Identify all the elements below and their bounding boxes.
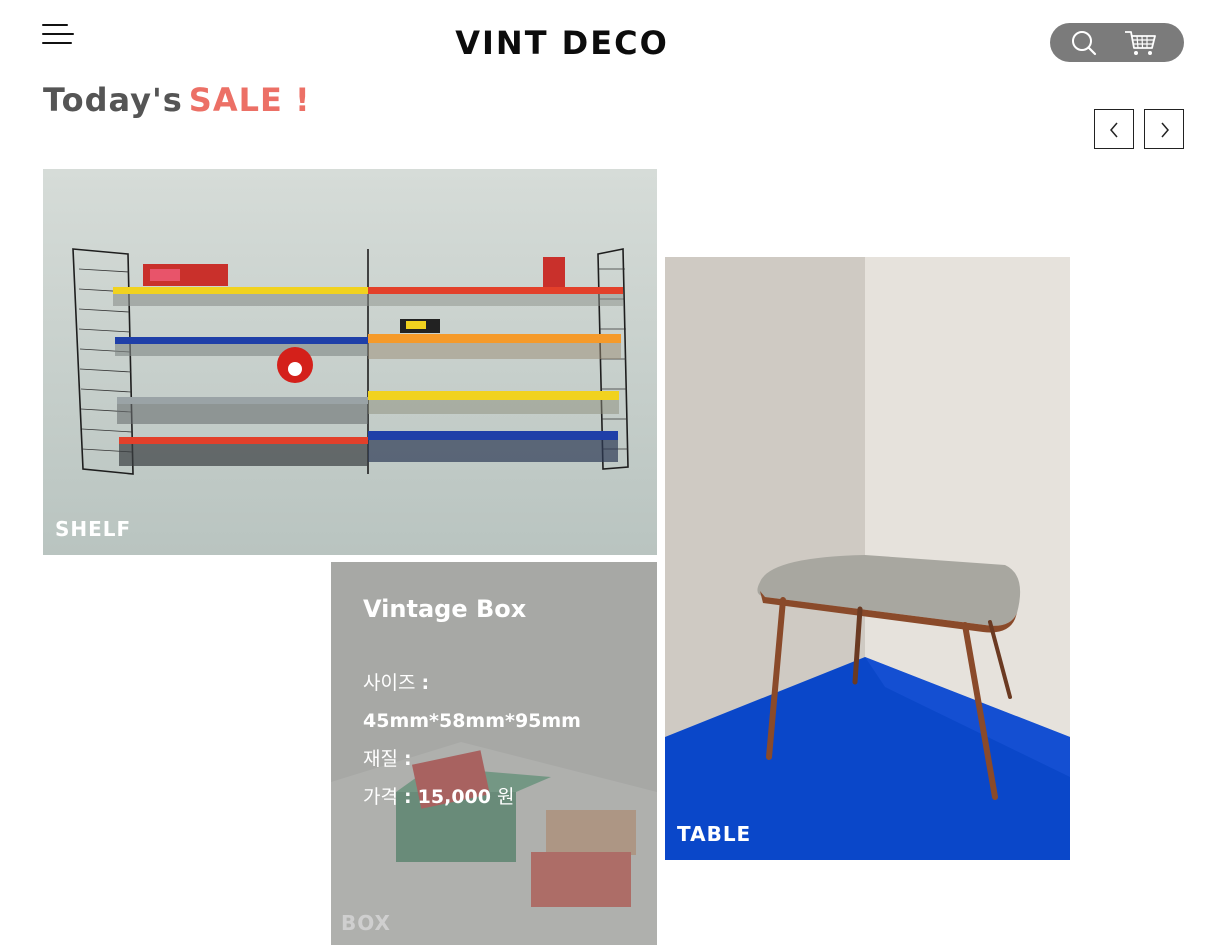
material-label: 재질 xyxy=(363,748,398,770)
hamburger-menu-icon[interactable] xyxy=(42,22,74,48)
chevron-right-icon xyxy=(1161,122,1169,138)
product-name: Vintage Box xyxy=(363,595,527,623)
shelf-image xyxy=(43,169,657,555)
material-colon: : xyxy=(404,748,412,770)
size-row: 사이즈 : xyxy=(363,664,653,702)
cart-icon[interactable] xyxy=(1123,28,1159,58)
page: VINT DECO Today's SALE ! SHELF TABLE Vin… xyxy=(0,0,1210,945)
material-row: 재질 : xyxy=(363,740,653,778)
price-value: 15,000 xyxy=(417,786,491,808)
price-label: 가격 xyxy=(363,786,398,808)
category-label: BOX xyxy=(341,911,391,935)
price-colon: : xyxy=(404,786,412,808)
product-card-table[interactable]: TABLE xyxy=(665,257,1070,860)
menu-line xyxy=(42,33,74,35)
sale-heading-prefix: Today's xyxy=(43,81,183,119)
product-info: Vintage Box 사이즈 : 45mm*58mm*95mm 재질 : 가격… xyxy=(363,594,653,816)
product-card-box[interactable]: Vintage Box 사이즈 : 45mm*58mm*95mm 재질 : 가격… xyxy=(331,562,657,945)
chevron-left-icon xyxy=(1110,122,1118,138)
sale-heading: Today's SALE ! xyxy=(43,80,311,120)
next-slide-button[interactable] xyxy=(1144,109,1184,149)
table-image xyxy=(665,257,1070,860)
site-logo[interactable]: VINT DECO xyxy=(450,24,674,62)
product-card-shelf[interactable]: SHELF xyxy=(43,169,657,555)
price-row: 가격 : 15,000 원 xyxy=(363,778,653,816)
size-colon: : xyxy=(421,672,430,694)
size-label: 사이즈 xyxy=(363,672,416,694)
menu-line xyxy=(42,42,72,44)
product-details: 사이즈 : 45mm*58mm*95mm 재질 : 가격 : 15,000 원 xyxy=(363,664,653,816)
sale-heading-highlight: SALE ! xyxy=(188,81,311,119)
search-icon[interactable] xyxy=(1069,28,1099,58)
category-label: SHELF xyxy=(55,517,132,541)
header-tools xyxy=(1050,23,1184,62)
price-currency: 원 xyxy=(497,786,515,808)
prev-slide-button[interactable] xyxy=(1094,109,1134,149)
size-value: 45mm*58mm*95mm xyxy=(363,710,581,732)
category-label: TABLE xyxy=(677,822,752,846)
menu-line xyxy=(42,24,68,26)
